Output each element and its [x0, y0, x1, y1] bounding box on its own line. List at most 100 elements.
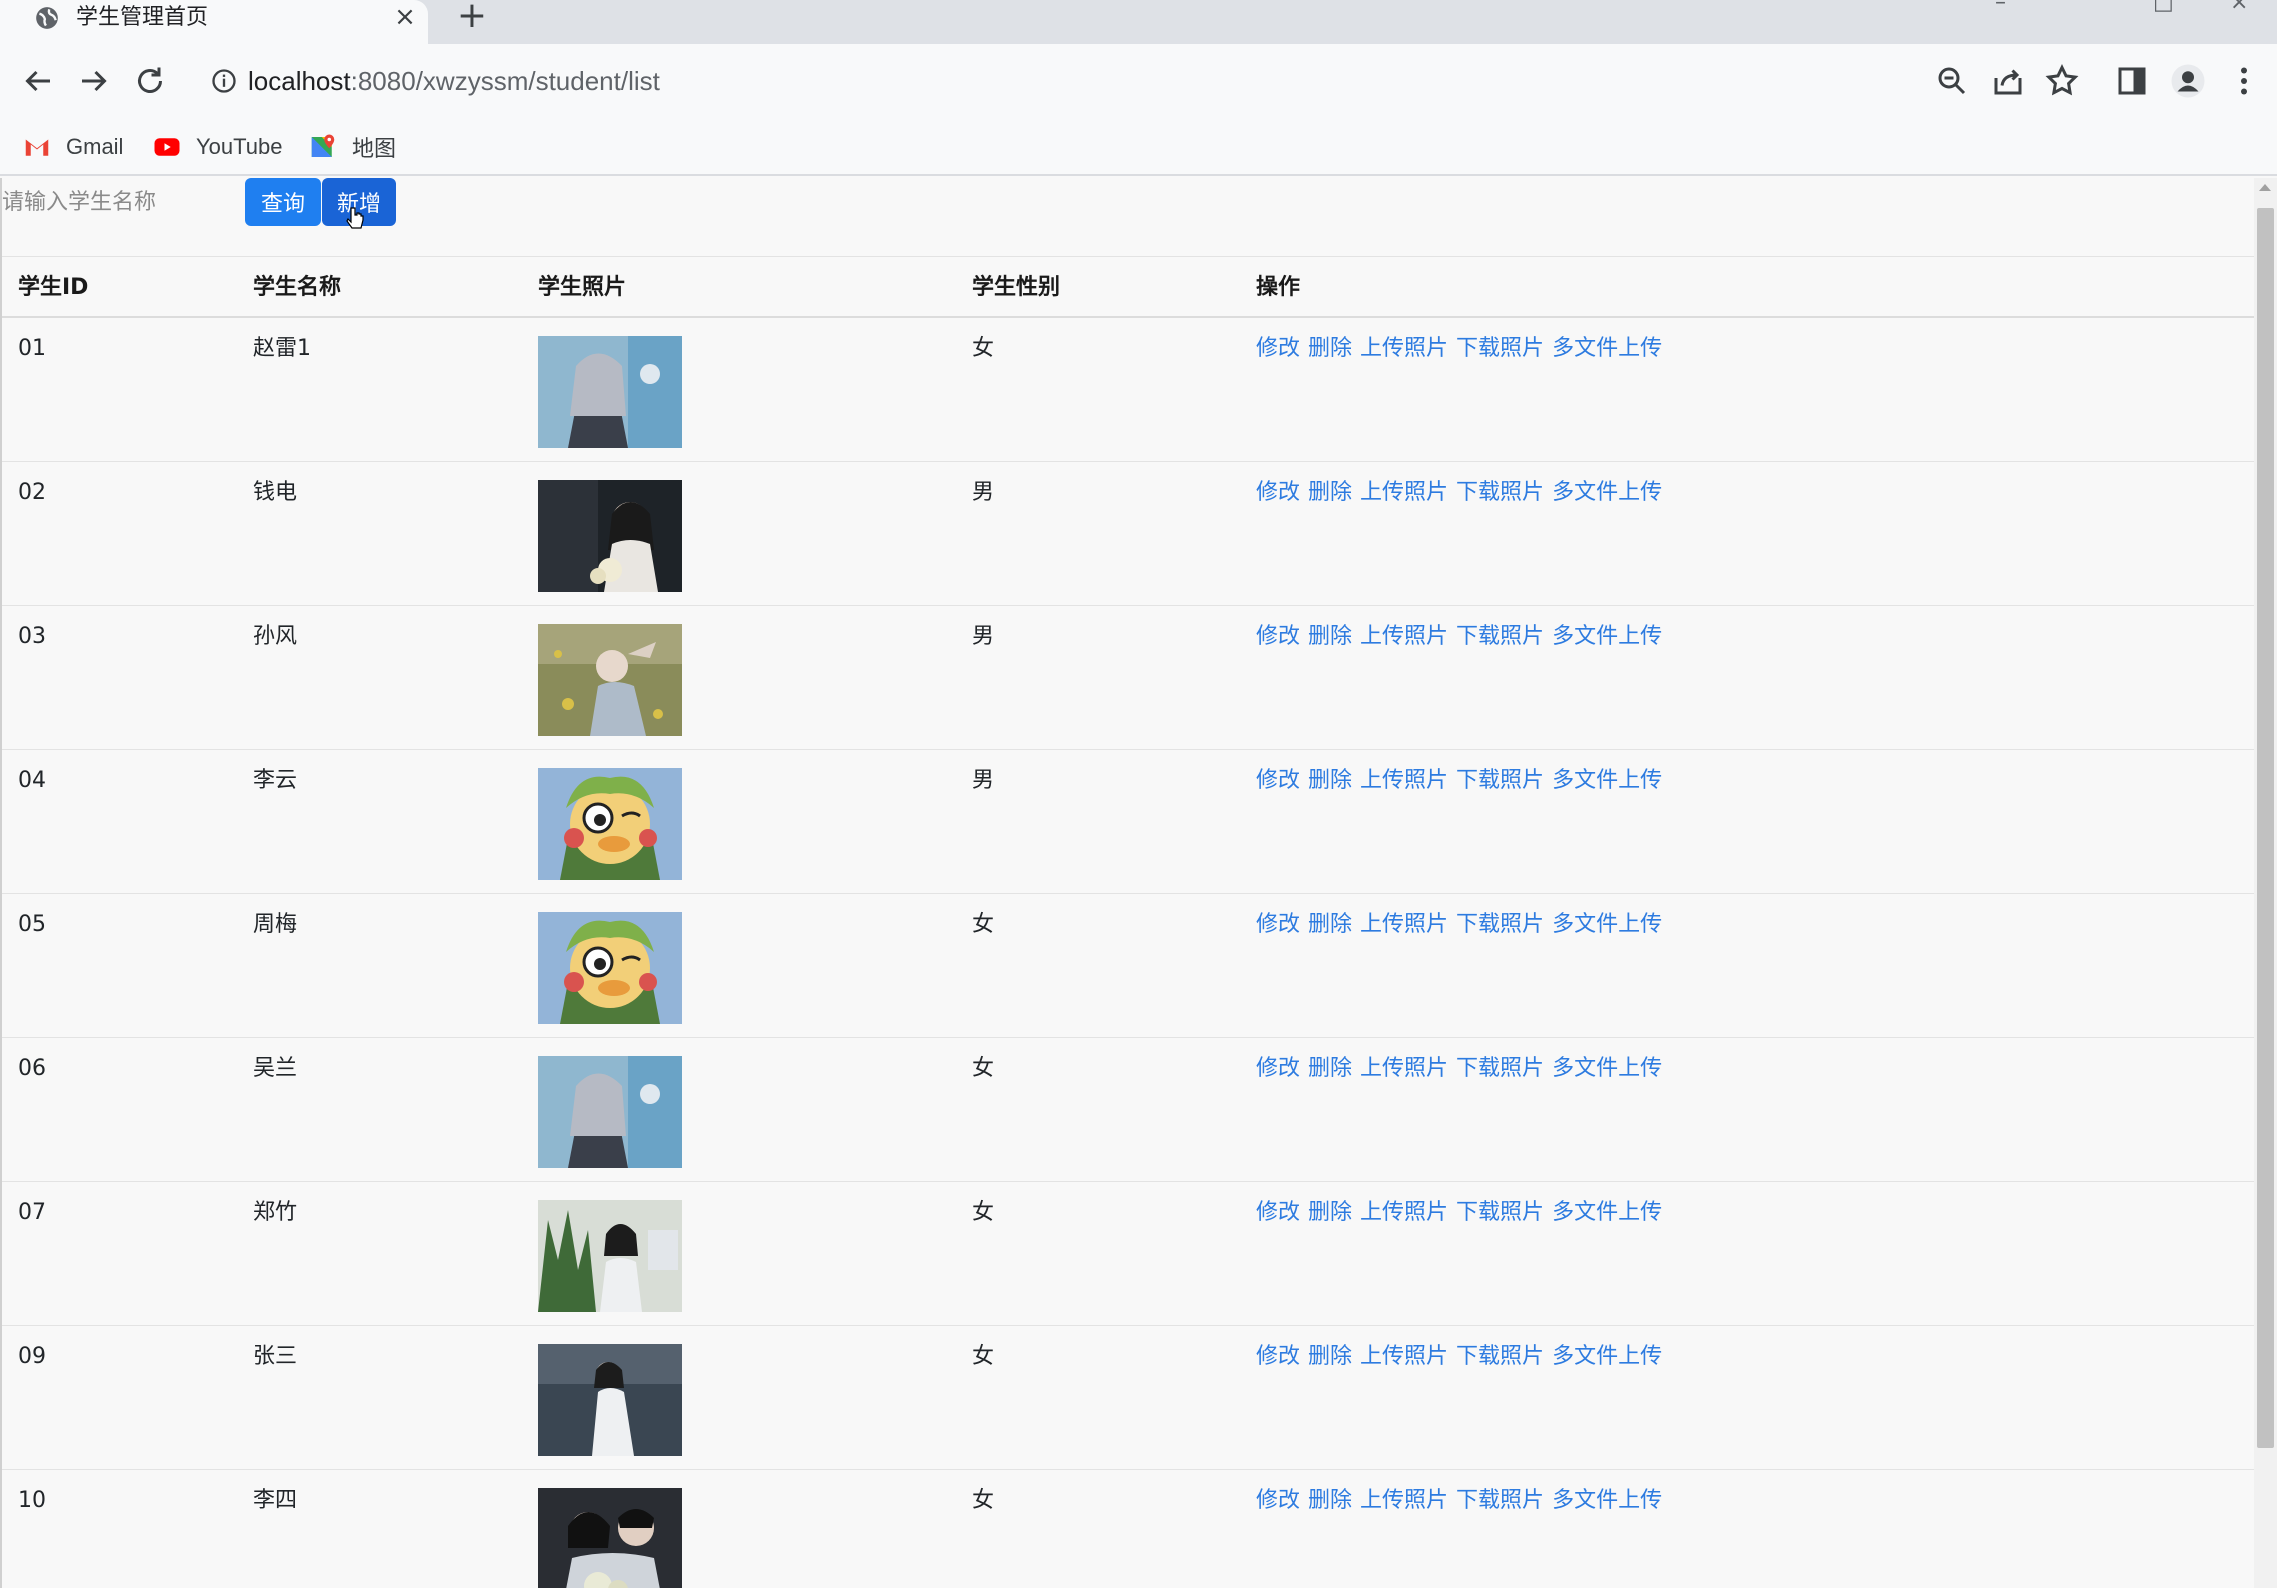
- multi-file-upload-link[interactable]: 多文件上传: [1552, 1342, 1662, 1372]
- student-name-search-input[interactable]: [2, 178, 242, 226]
- edit-link[interactable]: 修改: [1256, 1342, 1300, 1372]
- table-row: 10 李四 女 修改 删除 上传照片 下载照片 多文件上传: [2, 1470, 2256, 1588]
- scroll-thumb[interactable]: [2257, 208, 2274, 1448]
- browser-tab[interactable]: 学生管理首页 ×: [0, 0, 428, 44]
- upload-photo-link[interactable]: 上传照片: [1360, 334, 1448, 364]
- profile-avatar-icon[interactable]: [2170, 63, 2206, 99]
- multi-file-upload-link[interactable]: 多文件上传: [1552, 1054, 1662, 1084]
- upload-photo-link[interactable]: 上传照片: [1360, 1054, 1448, 1084]
- multi-file-upload-link[interactable]: 多文件上传: [1552, 910, 1662, 940]
- bookmark-star-icon[interactable]: [2044, 63, 2080, 99]
- multi-file-upload-link[interactable]: 多文件上传: [1552, 766, 1662, 796]
- header-student-name: 学生名称: [253, 275, 342, 300]
- download-photo-link[interactable]: 下载照片: [1456, 1054, 1544, 1084]
- upload-photo-link[interactable]: 上传照片: [1360, 478, 1448, 508]
- delete-link[interactable]: 删除: [1308, 1198, 1352, 1228]
- cartoon-duck-photo: [538, 912, 682, 1024]
- zoom-icon[interactable]: [1934, 63, 1970, 99]
- share-icon[interactable]: [1990, 63, 2026, 99]
- download-photo-link[interactable]: 下载照片: [1456, 334, 1544, 364]
- download-photo-link[interactable]: 下载照片: [1456, 910, 1544, 940]
- table-header: 学生ID 学生名称 学生照片 学生性别 操作: [2, 256, 2256, 318]
- delete-link[interactable]: 删除: [1308, 1342, 1352, 1372]
- address-bar[interactable]: localhost:8080/xwzyssm/student/list: [198, 54, 1898, 110]
- forward-icon[interactable]: [76, 63, 112, 99]
- header-student-photo: 学生照片: [538, 275, 627, 300]
- menu-dots-icon[interactable]: [2226, 63, 2262, 99]
- multi-file-upload-link[interactable]: 多文件上传: [1552, 478, 1662, 508]
- table-row: 06 吴兰 女 修改 删除 上传照片 下载照片 多文件上传: [2, 1038, 2256, 1182]
- table-row: 09 张三 女 修改 删除 上传照片 下载照片 多文件上传: [2, 1326, 2256, 1470]
- delete-link[interactable]: 删除: [1308, 478, 1352, 508]
- download-photo-link[interactable]: 下载照片: [1456, 478, 1544, 508]
- student-gender-cell: 女: [972, 912, 995, 937]
- student-id-cell: 01: [18, 336, 46, 361]
- delete-link[interactable]: 删除: [1308, 766, 1352, 796]
- delete-link[interactable]: 删除: [1308, 910, 1352, 940]
- back-icon[interactable]: [20, 63, 56, 99]
- header-operations: 操作: [1256, 275, 1301, 300]
- upload-photo-link[interactable]: 上传照片: [1360, 1342, 1448, 1372]
- multi-file-upload-link[interactable]: 多文件上传: [1552, 334, 1662, 364]
- edit-link[interactable]: 修改: [1256, 334, 1300, 364]
- edit-link[interactable]: 修改: [1256, 622, 1300, 652]
- student-gender-cell: 女: [972, 1344, 995, 1369]
- reload-icon[interactable]: [132, 63, 168, 99]
- bookmark-gmail[interactable]: Gmail: [22, 130, 123, 164]
- browser-toolbar: localhost:8080/xwzyssm/student/list: [0, 44, 2277, 118]
- delete-link[interactable]: 删除: [1308, 622, 1352, 652]
- upload-photo-link[interactable]: 上传照片: [1360, 1198, 1448, 1228]
- download-photo-link[interactable]: 下载照片: [1456, 1486, 1544, 1516]
- operations-cell: 修改 删除 上传照片 下载照片 多文件上传: [1256, 910, 1662, 940]
- bookmark-youtube[interactable]: YouTube: [152, 130, 282, 164]
- student-id-cell: 07: [18, 1200, 46, 1225]
- edit-link[interactable]: 修改: [1256, 1486, 1300, 1516]
- upload-photo-link[interactable]: 上传照片: [1360, 910, 1448, 940]
- edit-link[interactable]: 修改: [1256, 1054, 1300, 1084]
- bookmarks-bar: Gmail YouTube 地图: [0, 118, 2277, 176]
- delete-link[interactable]: 删除: [1308, 1054, 1352, 1084]
- student-id-cell: 02: [18, 480, 46, 505]
- bookmark-maps[interactable]: 地图: [308, 130, 396, 164]
- multi-file-upload-link[interactable]: 多文件上传: [1552, 622, 1662, 652]
- student-name-cell: 吴兰: [253, 1056, 298, 1081]
- edit-link[interactable]: 修改: [1256, 1198, 1300, 1228]
- table-row: 03 孙风 男 修改 删除 上传照片 下载照片 多文件上传: [2, 606, 2256, 750]
- page-scrollbar[interactable]: [2254, 178, 2277, 1588]
- table-row: 07 郑竹 女 修改 删除 上传照片 下载照片 多文件上传: [2, 1182, 2256, 1326]
- couple-photo: [538, 1488, 682, 1588]
- download-photo-link[interactable]: 下载照片: [1456, 1198, 1544, 1228]
- upload-photo-link[interactable]: 上传照片: [1360, 622, 1448, 652]
- maximize-icon[interactable]: □: [2153, 0, 2183, 15]
- student-id-cell: 06: [18, 1056, 46, 1081]
- girl-field-photo: [538, 624, 682, 736]
- multi-file-upload-link[interactable]: 多文件上传: [1552, 1198, 1662, 1228]
- edit-link[interactable]: 修改: [1256, 478, 1300, 508]
- anime-girl-photo: [538, 336, 682, 448]
- header-student-gender: 学生性别: [972, 275, 1061, 300]
- close-tab-icon[interactable]: ×: [392, 4, 418, 30]
- delete-link[interactable]: 删除: [1308, 334, 1352, 364]
- student-name-cell: 周梅: [253, 912, 298, 937]
- operations-cell: 修改 删除 上传照片 下载照片 多文件上传: [1256, 1342, 1662, 1372]
- tab-title: 学生管理首页: [76, 5, 209, 30]
- upload-photo-link[interactable]: 上传照片: [1360, 766, 1448, 796]
- download-photo-link[interactable]: 下载照片: [1456, 622, 1544, 652]
- minimize-icon[interactable]: –: [1995, 0, 2025, 15]
- query-button[interactable]: 查询: [245, 178, 321, 226]
- download-photo-link[interactable]: 下载照片: [1456, 766, 1544, 796]
- gmail-icon: [25, 139, 49, 156]
- table-row: 05 周梅 女 修改 删除 上传照片 下载照片 多文件上传: [2, 894, 2256, 1038]
- window-close-icon[interactable]: ×: [2230, 0, 2260, 15]
- edit-link[interactable]: 修改: [1256, 910, 1300, 940]
- side-panel-icon[interactable]: [2114, 63, 2150, 99]
- new-tab-icon[interactable]: +: [455, 0, 489, 34]
- download-photo-link[interactable]: 下载照片: [1456, 1342, 1544, 1372]
- scroll-up-arrow-icon[interactable]: [2258, 182, 2272, 192]
- multi-file-upload-link[interactable]: 多文件上传: [1552, 1486, 1662, 1516]
- page-content: 查询 新增 学生ID 学生名称 学生照片 学生性别 操作 01赵雷1女修改删除上…: [0, 178, 2277, 1588]
- info-icon[interactable]: [210, 67, 238, 95]
- delete-link[interactable]: 删除: [1308, 1486, 1352, 1516]
- edit-link[interactable]: 修改: [1256, 766, 1300, 796]
- upload-photo-link[interactable]: 上传照片: [1360, 1486, 1448, 1516]
